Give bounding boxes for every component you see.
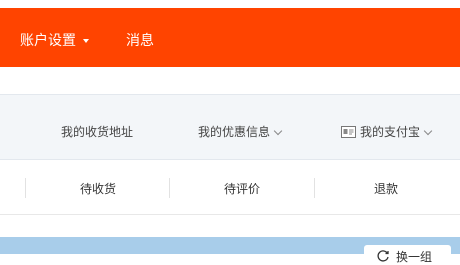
divider	[314, 178, 315, 198]
chevron-down-icon	[273, 126, 283, 136]
my-alipay-label: 我的支付宝	[360, 125, 421, 139]
my-alipay-dropdown[interactable]: 我的支付宝	[341, 123, 433, 140]
account-settings-label: 账户设置	[20, 33, 76, 49]
order-status-row: 待收货 待评价 退款	[0, 160, 460, 215]
divider	[169, 178, 170, 198]
spacer	[0, 215, 460, 237]
refresh-icon	[377, 250, 389, 262]
divider	[25, 178, 26, 198]
spacer	[0, 67, 460, 94]
account-settings-menu[interactable]: 账户设置	[20, 30, 89, 50]
messages-link[interactable]: 消息	[126, 30, 154, 50]
my-coupon-dropdown[interactable]: 我的优惠信息	[198, 123, 283, 140]
sub-nav-bar: 我的收货地址 我的优惠信息 我的支付宝	[0, 94, 460, 160]
messages-label: 消息	[126, 33, 154, 49]
tab-pending-receipt-label: 待收货	[80, 182, 117, 196]
refresh-group-button[interactable]: 换一组	[364, 245, 451, 264]
chevron-down-icon	[423, 126, 433, 136]
refresh-group-label: 换一组	[396, 250, 433, 264]
header-bar: 账户设置 消息	[0, 8, 460, 67]
tab-refund-label: 退款	[374, 182, 399, 196]
tab-pending-review-label: 待评价	[224, 182, 261, 196]
card-icon	[341, 126, 356, 138]
my-coupon-label: 我的优惠信息	[198, 125, 271, 139]
my-address-label: 我的收货地址	[61, 125, 134, 139]
tab-pending-receipt[interactable]: 待收货	[80, 180, 116, 197]
tab-refund[interactable]: 退款	[374, 180, 398, 197]
top-strip	[0, 0, 460, 8]
caret-down-icon	[83, 39, 89, 43]
tab-pending-review[interactable]: 待评价	[224, 180, 260, 197]
my-address-link[interactable]: 我的收货地址	[61, 123, 133, 140]
